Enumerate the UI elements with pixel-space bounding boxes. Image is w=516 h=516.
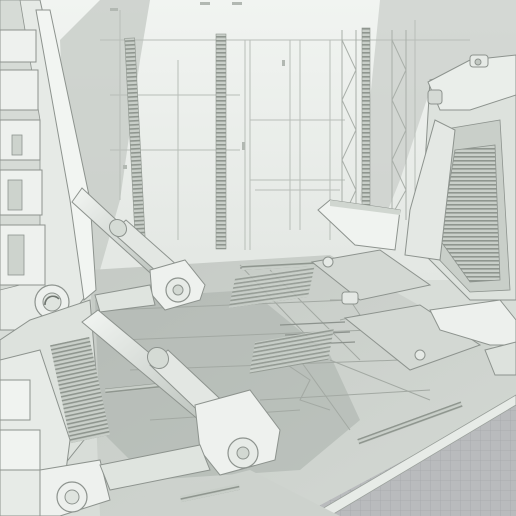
hangar-model-render (0, 0, 516, 516)
viewport-3d[interactable] (0, 0, 516, 516)
